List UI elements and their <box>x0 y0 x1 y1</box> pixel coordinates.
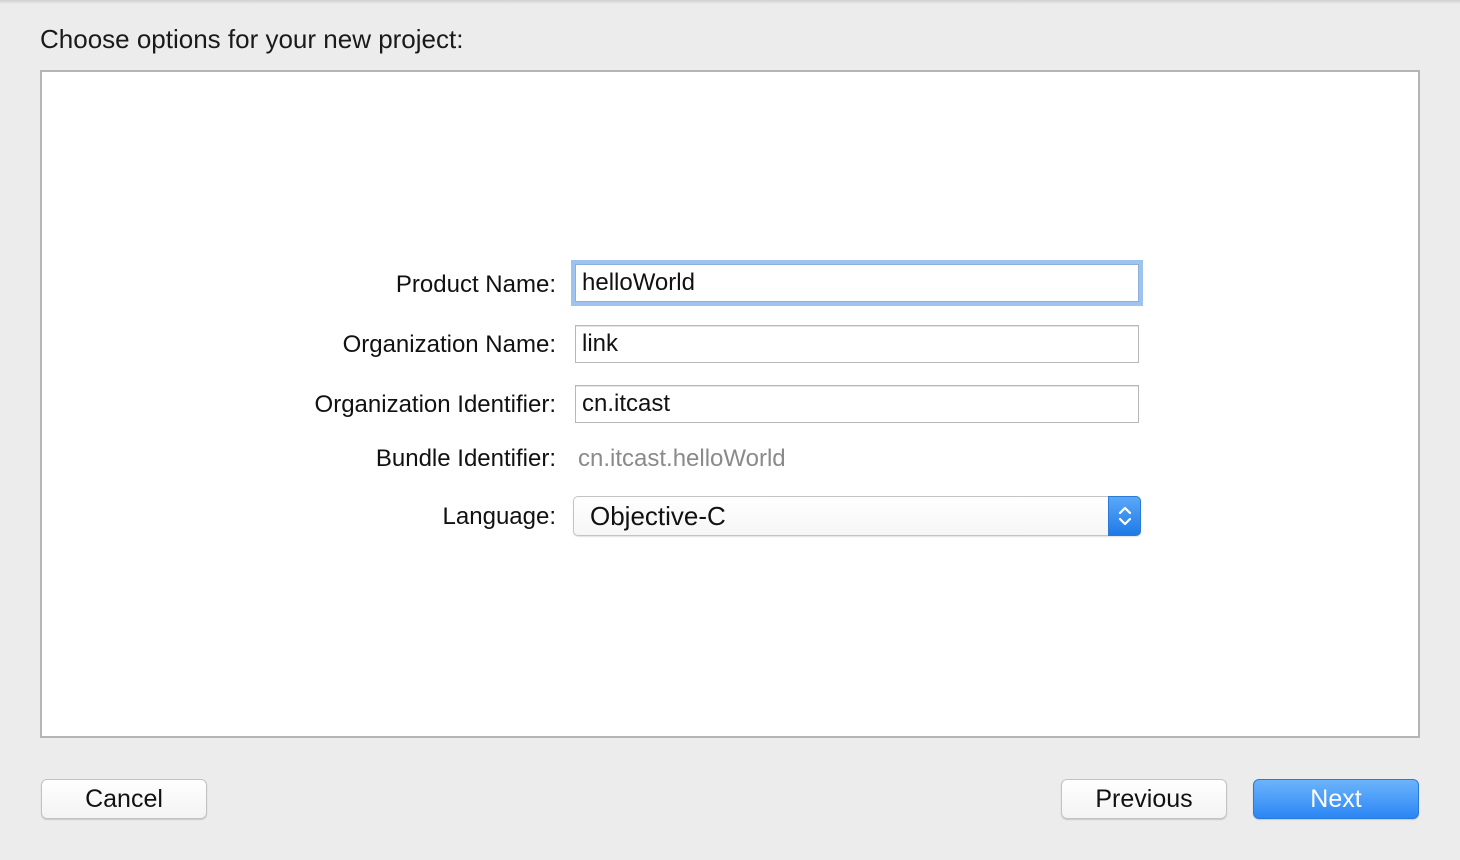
up-down-chevron-icon <box>1108 496 1141 536</box>
previous-button[interactable]: Previous <box>1061 779 1227 819</box>
next-button[interactable]: Next <box>1253 779 1419 819</box>
language-select-value: Objective-C <box>590 501 726 531</box>
window-top-edge <box>0 0 1460 4</box>
organization-identifier-input[interactable] <box>575 385 1139 423</box>
organization-identifier-label: Organization Identifier: <box>314 391 556 418</box>
product-name-label: Product Name: <box>395 271 556 298</box>
page-title: Choose options for your new project: <box>40 24 464 54</box>
organization-name-label: Organization Name: <box>342 331 556 358</box>
bundle-identifier-label: Bundle Identifier: <box>375 445 556 472</box>
organization-name-input[interactable] <box>575 325 1139 363</box>
language-label: Language: <box>442 503 556 530</box>
cancel-button[interactable]: Cancel <box>41 779 207 819</box>
product-name-input[interactable] <box>575 264 1139 302</box>
bundle-identifier-value: cn.itcast.helloWorld <box>578 445 786 472</box>
language-select[interactable]: Objective-C <box>573 496 1141 536</box>
